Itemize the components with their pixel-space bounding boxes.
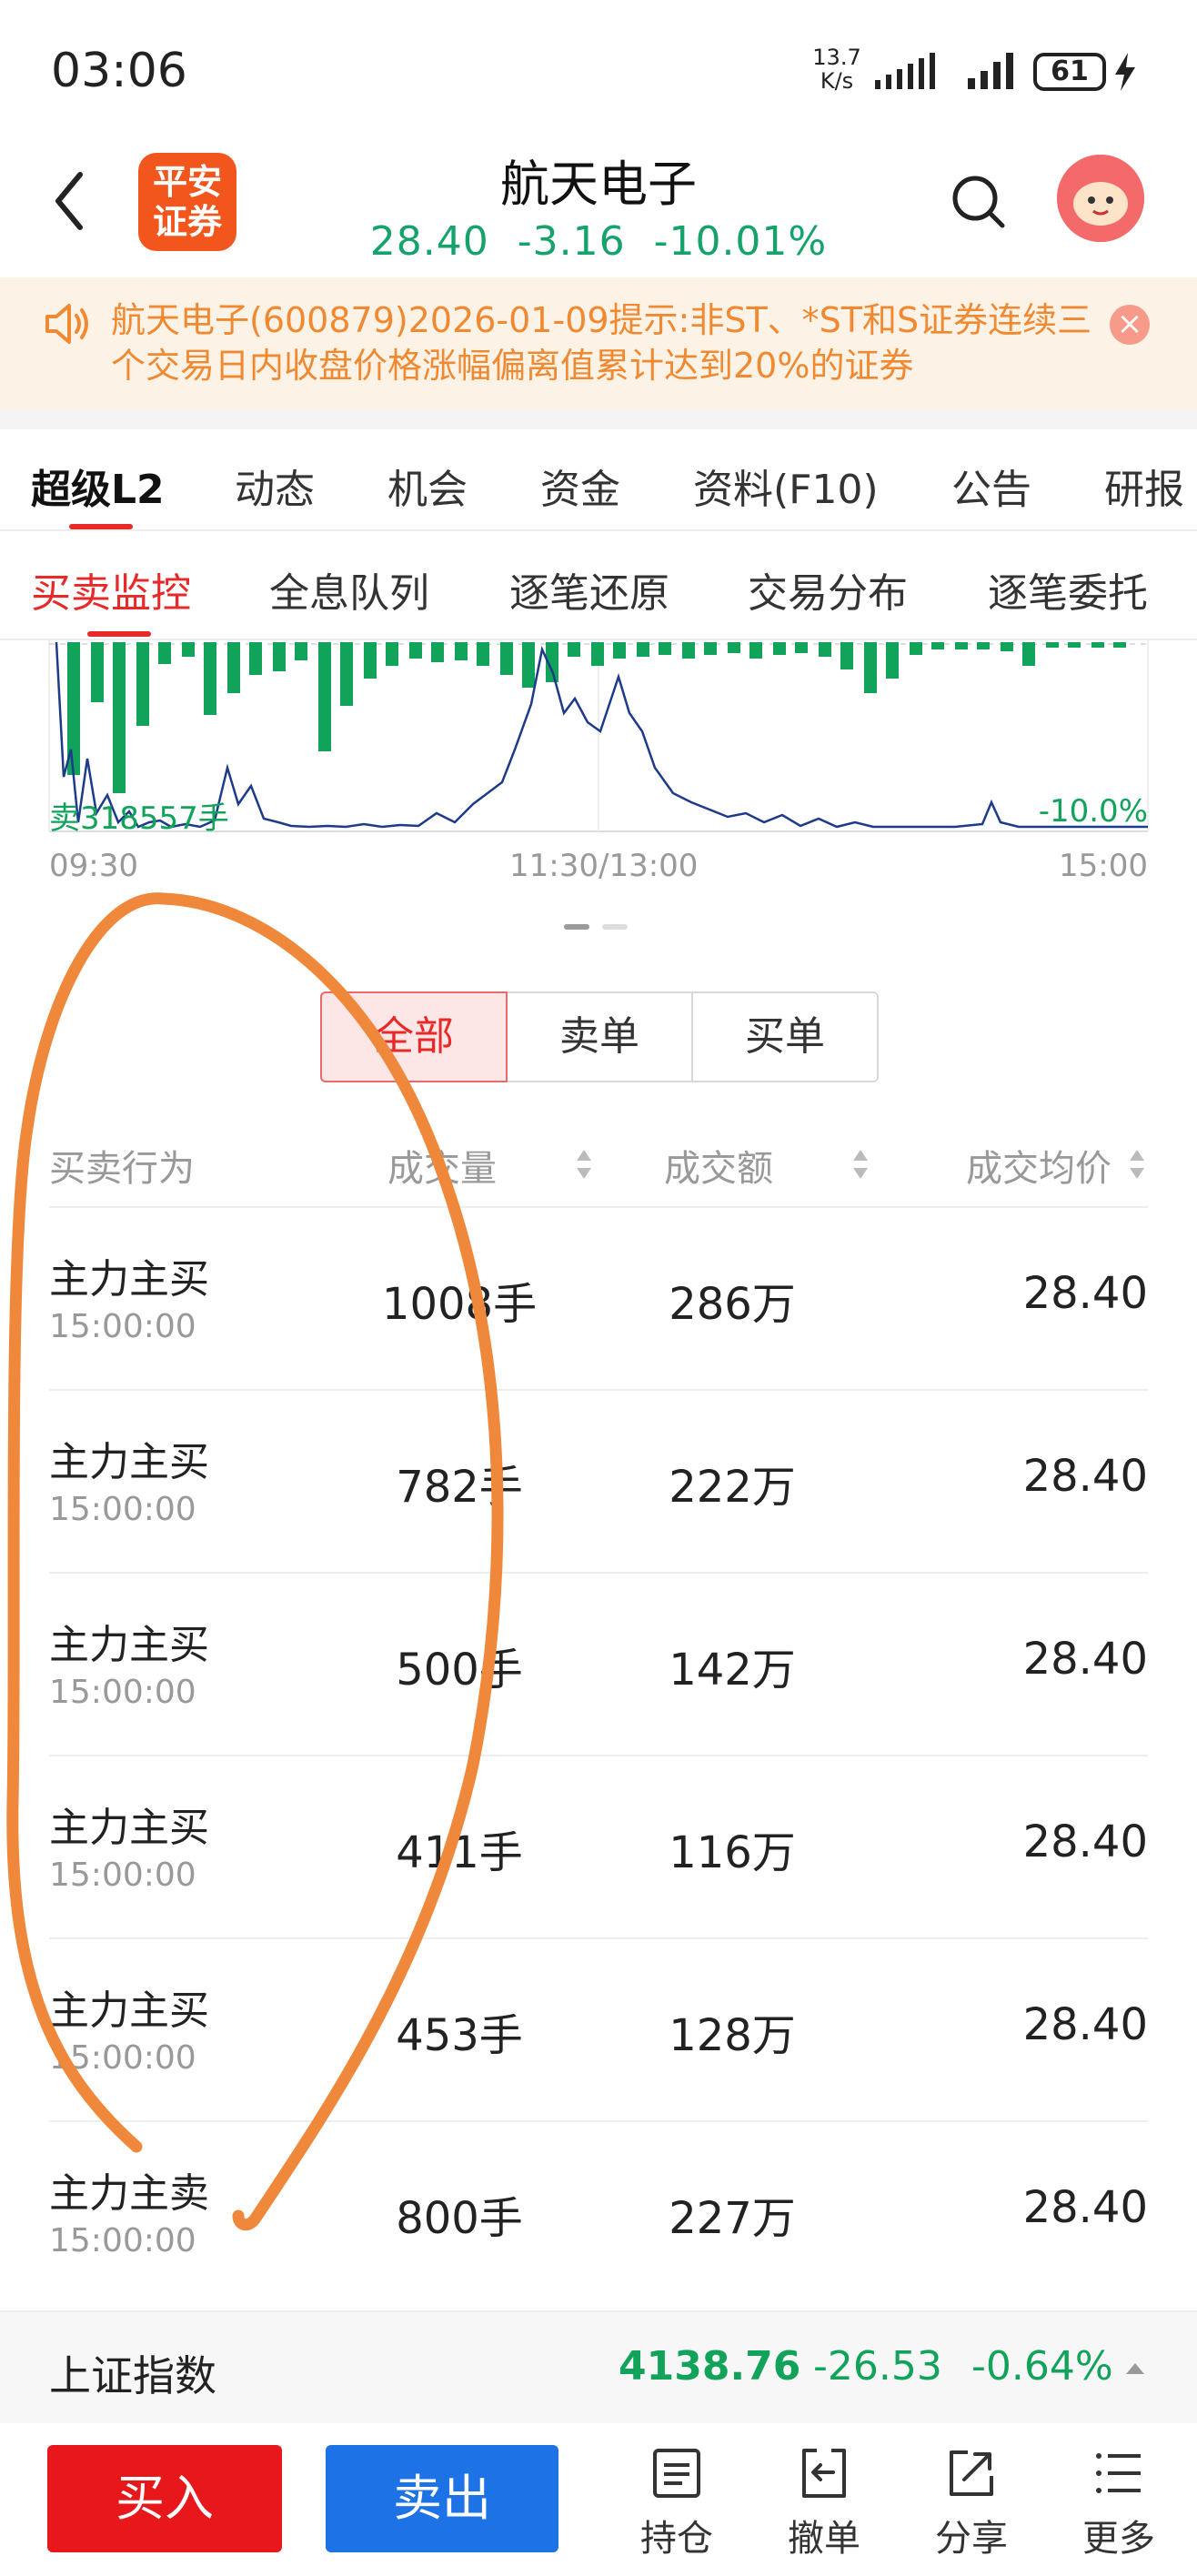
menu-icon: [1096, 2453, 1141, 2493]
tab-dynamics[interactable]: 动态: [235, 457, 315, 515]
time-axis-end: 15:00: [1059, 848, 1148, 884]
more-label: 更多: [1082, 2518, 1155, 2560]
positions-label: 持仓: [640, 2518, 713, 2560]
stock-change: -3.16: [517, 218, 626, 265]
trade-avg-price: 28.40: [1022, 2182, 1148, 2233]
speaker-icon: [45, 304, 88, 344]
sort-volume-icon[interactable]: [575, 1148, 593, 1181]
trade-avg-price: 28.40: [1022, 1999, 1148, 2050]
share-button[interactable]: 分享: [917, 2447, 1026, 2561]
sell-volume-label: 卖318557手: [49, 800, 229, 837]
sort-avg-price-icon[interactable]: [1128, 1148, 1146, 1181]
buy-button[interactable]: 买入: [47, 2445, 282, 2552]
battery-indicator: 61: [1033, 53, 1106, 91]
cell-signal-icon: [968, 53, 1013, 89]
assistant-avatar[interactable]: [1057, 155, 1144, 242]
filter-buy-button[interactable]: 买单: [693, 991, 879, 1082]
wifi-signal-icon: [875, 53, 935, 89]
tab-opportunities[interactable]: 机会: [387, 457, 468, 515]
tab-announcements[interactable]: 公告: [951, 457, 1031, 515]
network-speed: 13.7 K/s: [808, 45, 866, 93]
positions-icon: [653, 2449, 700, 2498]
trade-amount: 142万: [669, 1645, 796, 1696]
sub-tab-bar: 买卖监控 全息队列 逐笔还原 交易分布 逐笔委托: [0, 531, 1197, 640]
trade-avg-price: 28.40: [1022, 1268, 1148, 1319]
stock-quote: 28.40 -3.16 -10.01%: [0, 218, 1197, 265]
close-icon[interactable]: ×: [1110, 305, 1150, 345]
active-tab-indicator: [69, 524, 133, 529]
tab-trade-distribution[interactable]: 交易分布: [748, 560, 908, 619]
positions-button[interactable]: 持仓: [622, 2447, 731, 2561]
trade-avg-price: 28.40: [1022, 1816, 1148, 1867]
sort-amount-icon[interactable]: [851, 1148, 870, 1181]
search-icon[interactable]: [950, 173, 1008, 231]
tab-super-l2[interactable]: 超级L2: [31, 457, 165, 515]
network-speed-value: 13.7: [812, 45, 861, 70]
tab-funds[interactable]: 资金: [540, 457, 620, 515]
tab-trade-monitor[interactable]: 买卖监控: [31, 560, 191, 619]
cancel-order-label: 撤单: [788, 2518, 860, 2560]
stock-header: 平安 证券 航天电子 28.40 -3.16 -10.01%: [0, 136, 1197, 277]
section-divider: [0, 409, 1197, 429]
index-change-pct: -0.64%: [971, 2343, 1113, 2390]
trade-amount: 227万: [669, 2193, 796, 2244]
trade-amount: 116万: [669, 1827, 796, 1878]
time-axis-start: 09:30: [49, 848, 138, 884]
index-change: -26.53: [813, 2343, 942, 2390]
index-name: 上证指数: [49, 2351, 216, 2400]
cancel-order-icon: [802, 2449, 846, 2498]
more-button[interactable]: 更多: [1064, 2447, 1173, 2561]
intraday-monitor-chart[interactable]: 卖318557手 -10.0% 09:30 11:30/13:00 15:00: [0, 640, 1197, 913]
trade-amount: 286万: [669, 1279, 796, 1330]
main-tab-bar: 超级L2 动态 机会 资金 资料(F10) 公告 研报: [0, 429, 1197, 531]
time-axis-mid: 11:30/13:00: [509, 848, 699, 884]
tab-tick-orders[interactable]: 逐笔委托: [988, 560, 1148, 619]
status-bar: 03:06 13.7 K/s 61: [0, 0, 1197, 136]
tab-research[interactable]: 研报: [1104, 457, 1184, 515]
share-label: 分享: [935, 2518, 1008, 2560]
notice-text: 航天电子(600879)2026-01-09提示:非ST、*ST和S证券连续三个…: [111, 300, 1092, 386]
trade-amount: 222万: [669, 1462, 796, 1513]
bottom-action-bar: 买入 卖出 持仓 撤单 分享 更多: [0, 2423, 1197, 2576]
trade-avg-price: 28.40: [1022, 1451, 1148, 1502]
handdrawn-annotation-loop: [6, 892, 504, 2231]
expand-up-icon[interactable]: [1124, 2361, 1146, 2376]
charging-bolt-icon: [1115, 53, 1135, 91]
status-time: 03:06: [51, 44, 187, 98]
trade-avg-price: 28.40: [1022, 1634, 1148, 1685]
index-value: 4138.76: [619, 2343, 801, 2390]
cancel-order-button[interactable]: 撤单: [770, 2447, 879, 2561]
stock-name: 航天电子: [500, 156, 697, 213]
tab-tick-replay[interactable]: 逐笔还原: [509, 560, 669, 619]
limit-pct-label: -10.0%: [1038, 793, 1148, 830]
tab-f10[interactable]: 资料(F10): [693, 457, 879, 515]
trade-amount: 128万: [669, 2010, 796, 2061]
network-speed-unit: K/s: [820, 68, 854, 94]
stock-price: 28.40: [369, 218, 489, 265]
mascot-icon: [1057, 155, 1144, 242]
risk-notice-banner[interactable]: 航天电子(600879)2026-01-09提示:非ST、*ST和S证券连续三个…: [0, 277, 1197, 409]
stock-change-pct: -10.01%: [653, 218, 828, 265]
share-icon: [950, 2450, 993, 2496]
tab-order-queue[interactable]: 全息队列: [269, 560, 429, 619]
active-subtab-indicator: [87, 631, 151, 637]
market-index-bar[interactable]: 上证指数 4138.76 -26.53 -0.64%: [0, 2310, 1197, 2423]
header-amount[interactable]: 成交额: [664, 1139, 773, 1192]
sell-button[interactable]: 卖出: [326, 2445, 558, 2552]
page-indicator: [564, 924, 628, 930]
header-avg-price[interactable]: 成交均价: [966, 1139, 1112, 1192]
